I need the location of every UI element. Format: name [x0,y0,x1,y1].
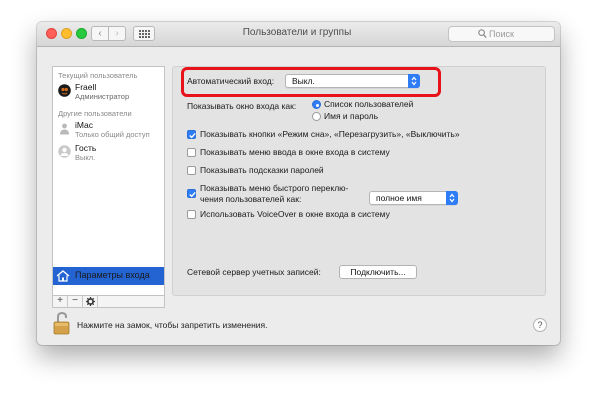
checkbox-fast-user-switching[interactable] [187,189,196,198]
checkbox-voiceover[interactable] [187,210,196,219]
user-name: Fraell [75,82,97,92]
annotation-highlight [181,67,441,97]
lock-instruction-text: Нажмите на замок, чтобы запретить измене… [77,320,268,330]
sidebar-item-login-options[interactable]: Параметры входа [53,267,164,285]
show-all-button[interactable] [133,26,155,41]
forward-button[interactable]: › [108,26,126,41]
help-button[interactable]: ? [533,318,547,332]
close-window-button[interactable] [46,28,57,39]
title-bar: ‹ › Пользователи и группы [37,22,560,47]
action-menu-button[interactable] [83,296,98,307]
fast-switch-value: полное имя [376,193,422,203]
user-role: Выкл. [75,153,96,162]
sidebar-item-current-user[interactable]: Fraell Администратор [53,81,164,103]
user-role: Только общий доступ [75,130,150,139]
gear-icon [85,297,95,306]
checkbox-show-power-buttons-label: Показывать кнопки «Режим сна», «Перезагр… [200,129,460,139]
sidebar-item-imac[interactable]: iMac Только общий доступ [53,119,164,141]
network-server-label: Сетевой сервер учетных записей: [187,267,321,277]
fast-switch-label-line1: Показывать меню быстрого переклю- [200,183,349,193]
checkbox-password-hints-label: Показывать подсказки паролей [200,165,324,175]
fast-switch-label-line2: чения пользователей как: [200,194,302,204]
checkmark-icon [189,132,196,139]
guest-user-icon [58,145,71,158]
radio-users-list-label: Список пользователей [324,99,414,109]
radio-name-password[interactable] [312,112,321,121]
user-role: Администратор [75,92,130,101]
fast-switch-popup[interactable]: полное имя [369,191,458,205]
other-users-header: Другие пользователи [58,109,132,118]
connect-button[interactable]: Подключить... [339,265,417,279]
lock-icon[interactable] [53,311,71,335]
remove-user-button[interactable]: − [68,296,83,307]
users-sidebar: Текущий пользователь Fraell Администрато… [52,66,165,296]
minimize-window-button[interactable] [61,28,72,39]
search-icon [478,29,487,39]
user-name: iMac [75,120,93,130]
zoom-window-button[interactable] [76,28,87,39]
checkbox-password-hints[interactable] [187,166,196,175]
radio-users-list[interactable] [312,100,321,109]
checkbox-input-menu-label: Показывать меню ввода в окне входа в сис… [200,147,390,157]
window-title: Пользователи и группы [242,27,352,38]
grid-icon [139,30,150,38]
user-name: Гость [75,143,97,153]
add-user-button[interactable]: + [53,296,68,307]
user-silhouette-icon [60,123,69,135]
sidebar-toolbar: + − [52,296,165,308]
checkbox-input-menu[interactable] [187,148,196,157]
checkbox-voiceover-label: Использовать VoiceOver в окне входа в си… [200,209,390,219]
preferences-window: ‹ › Пользователи и группы Текущий пользо… [37,22,560,345]
search-field[interactable] [448,26,555,42]
avatar [58,84,71,97]
display-window-label: Показывать окно входа как: [187,101,297,111]
radio-name-password-label: Имя и пароль [324,111,379,121]
popup-arrows-icon [446,191,458,205]
search-input[interactable] [489,27,551,41]
sidebar-item-guest[interactable]: Гость Выкл. [53,142,164,164]
current-user-header: Текущий пользователь [58,71,138,80]
checkbox-show-power-buttons[interactable] [187,130,196,139]
back-button[interactable]: ‹ [91,26,109,41]
checkmark-icon [189,191,196,198]
login-options-label: Параметры входа [75,270,150,280]
house-icon [56,270,70,282]
